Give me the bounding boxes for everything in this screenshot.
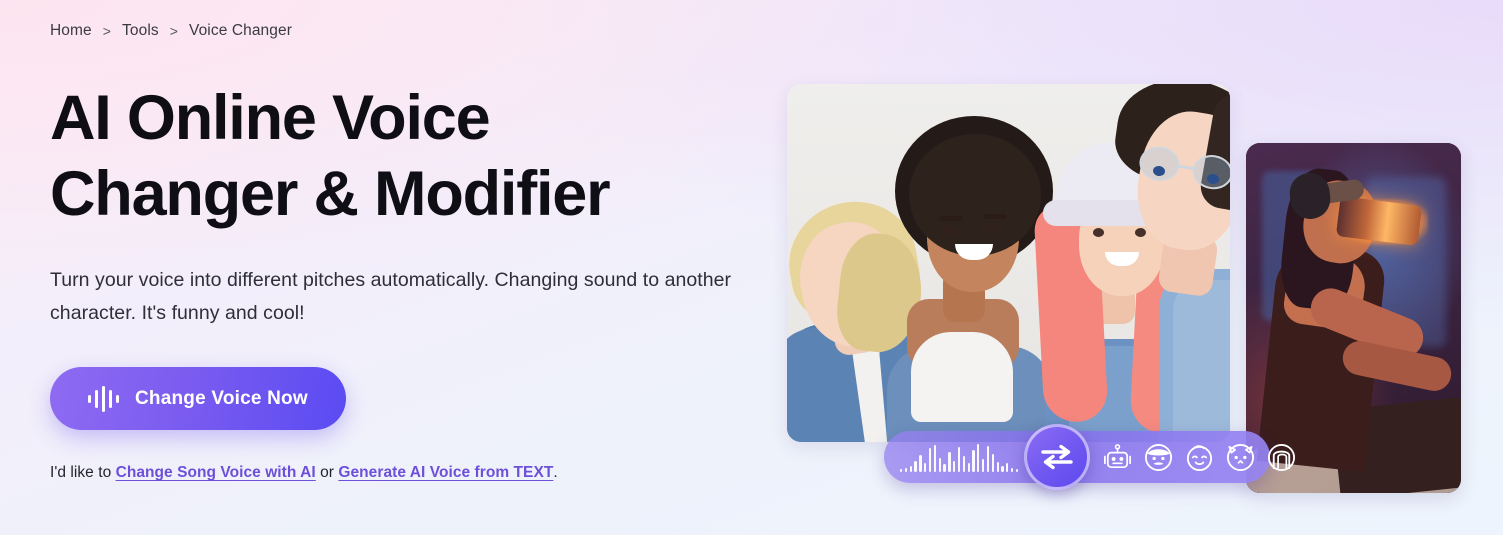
group-photo (787, 84, 1230, 442)
hero-subtitle: Turn your voice into different pitches a… (50, 269, 732, 324)
page-title: AI Online Voice Changer & Modifier (50, 80, 710, 232)
swap-arrows-icon (1041, 444, 1073, 470)
waveform-icon (88, 385, 119, 412)
breadcrumb-separator: > (102, 23, 112, 39)
change-voice-now-button[interactable]: Change Voice Now (50, 367, 346, 430)
hero-content: AI Online Voice Changer & Modifier Turn … (50, 80, 790, 482)
page-title-line-1: AI Online Voice (50, 83, 491, 153)
page-title-line-2: Changer & Modifier (50, 159, 611, 229)
woman-voice-icon[interactable] (1266, 442, 1297, 473)
generate-ai-voice-link[interactable]: Generate AI Voice from TEXT (338, 464, 553, 481)
voice-toolbar (884, 424, 1296, 490)
man-voice-icon[interactable] (1143, 442, 1174, 473)
robot-voice-icon[interactable] (1102, 442, 1133, 473)
note-suffix: . (553, 464, 558, 481)
change-voice-now-label: Change Voice Now (135, 387, 308, 409)
breadcrumb-item-home[interactable]: Home (50, 22, 92, 40)
breadcrumb: Home > Tools > Voice Changer (50, 22, 292, 40)
cat-voice-icon[interactable] (1225, 442, 1256, 473)
voice-preset-list (1102, 431, 1297, 483)
baby-voice-icon[interactable] (1184, 442, 1215, 473)
note-prefix: I'd like to (50, 464, 116, 481)
note-middle: or (315, 464, 339, 481)
alternative-tools-note: I'd like to Change Song Voice with AI or… (50, 464, 790, 482)
breadcrumb-item-tools[interactable]: Tools (122, 22, 159, 40)
swap-voice-button[interactable] (1024, 424, 1090, 490)
breadcrumb-item-voice-changer[interactable]: Voice Changer (189, 22, 292, 40)
change-song-voice-link[interactable]: Change Song Voice with AI (116, 464, 316, 481)
audio-waveform-icon (900, 442, 1019, 472)
breadcrumb-separator: > (169, 23, 178, 39)
